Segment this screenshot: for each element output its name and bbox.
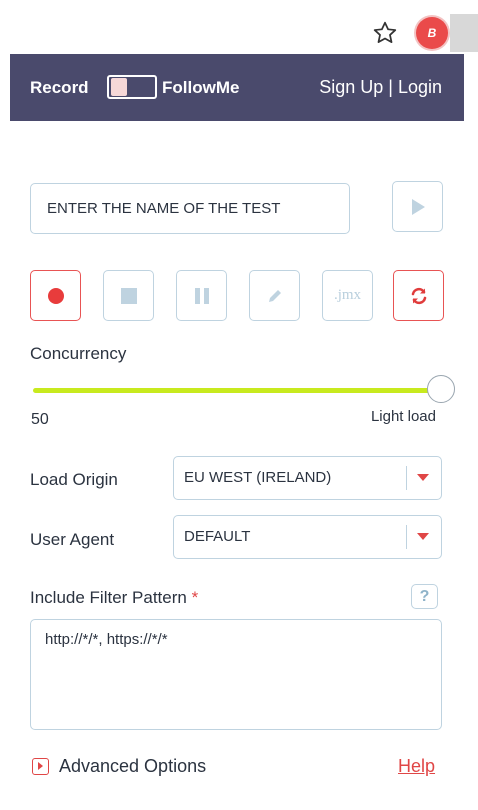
concurrency-value: 50 <box>31 411 49 428</box>
toggle-knob <box>111 78 127 96</box>
load-origin-value: EU WEST (IRELAND) <box>184 469 332 486</box>
select-divider <box>406 525 407 549</box>
login-link[interactable]: Login <box>398 77 442 97</box>
refresh-icon <box>411 287 426 304</box>
expand-arrow-icon[interactable] <box>32 758 49 775</box>
user-agent-value: DEFAULT <box>184 528 251 545</box>
concurrency-slider-handle[interactable] <box>427 375 455 403</box>
record-followme-toggle[interactable] <box>107 75 157 99</box>
user-agent-label: User Agent <box>30 530 115 549</box>
record-label: Record <box>30 78 89 97</box>
select-divider <box>406 466 407 490</box>
concurrency-slider-track[interactable] <box>33 388 443 393</box>
auth-links: Sign Up | Login <box>319 77 442 98</box>
edit-button[interactable] <box>249 270 300 321</box>
auth-separator: | <box>388 77 393 97</box>
load-origin-select[interactable]: EU WEST (IRELAND) <box>173 456 442 500</box>
test-name-input[interactable] <box>30 183 350 234</box>
pause-icon <box>194 287 209 304</box>
extension-letter: B <box>427 26 437 40</box>
record-button[interactable] <box>30 270 81 321</box>
load-origin-label: Load Origin <box>30 470 118 489</box>
filter-pattern-label: Include Filter Pattern * <box>30 588 198 608</box>
play-button[interactable] <box>392 181 443 232</box>
record-dot-icon <box>47 287 64 304</box>
concurrency-label: Concurrency <box>30 344 127 363</box>
blazemeter-extension-icon[interactable]: B <box>416 17 448 49</box>
toolbar-edge <box>450 14 478 52</box>
stop-button[interactable] <box>103 270 154 321</box>
browser-toolbar: B <box>0 0 478 54</box>
required-marker: * <box>191 588 199 607</box>
jmx-button[interactable]: .jmx <box>322 270 373 321</box>
followme-label: FollowMe <box>162 78 240 97</box>
signup-link[interactable]: Sign Up <box>319 77 383 97</box>
advanced-options-toggle[interactable]: Advanced Options <box>59 756 206 777</box>
help-link[interactable]: Help <box>398 756 435 777</box>
load-level-label: Light load <box>370 408 436 425</box>
chevron-down-icon <box>417 533 429 540</box>
help-question-icon[interactable]: ? <box>411 584 438 609</box>
filter-pattern-textarea[interactable]: http://*/*, https://*/* <box>30 619 442 730</box>
chevron-down-icon <box>417 474 429 481</box>
jmx-label: .jmx <box>333 287 362 303</box>
play-icon <box>411 198 425 215</box>
stop-square-icon <box>120 287 137 304</box>
star-outline-icon[interactable] <box>372 20 398 46</box>
pause-button[interactable] <box>176 270 227 321</box>
header-bar: Record FollowMe Sign Up | Login <box>10 54 464 121</box>
pencil-icon <box>268 289 281 302</box>
user-agent-select[interactable]: DEFAULT <box>173 515 442 559</box>
help-glyph: ? <box>419 587 430 605</box>
filter-pattern-text: Include Filter Pattern <box>30 588 187 607</box>
sync-button[interactable] <box>393 270 444 321</box>
